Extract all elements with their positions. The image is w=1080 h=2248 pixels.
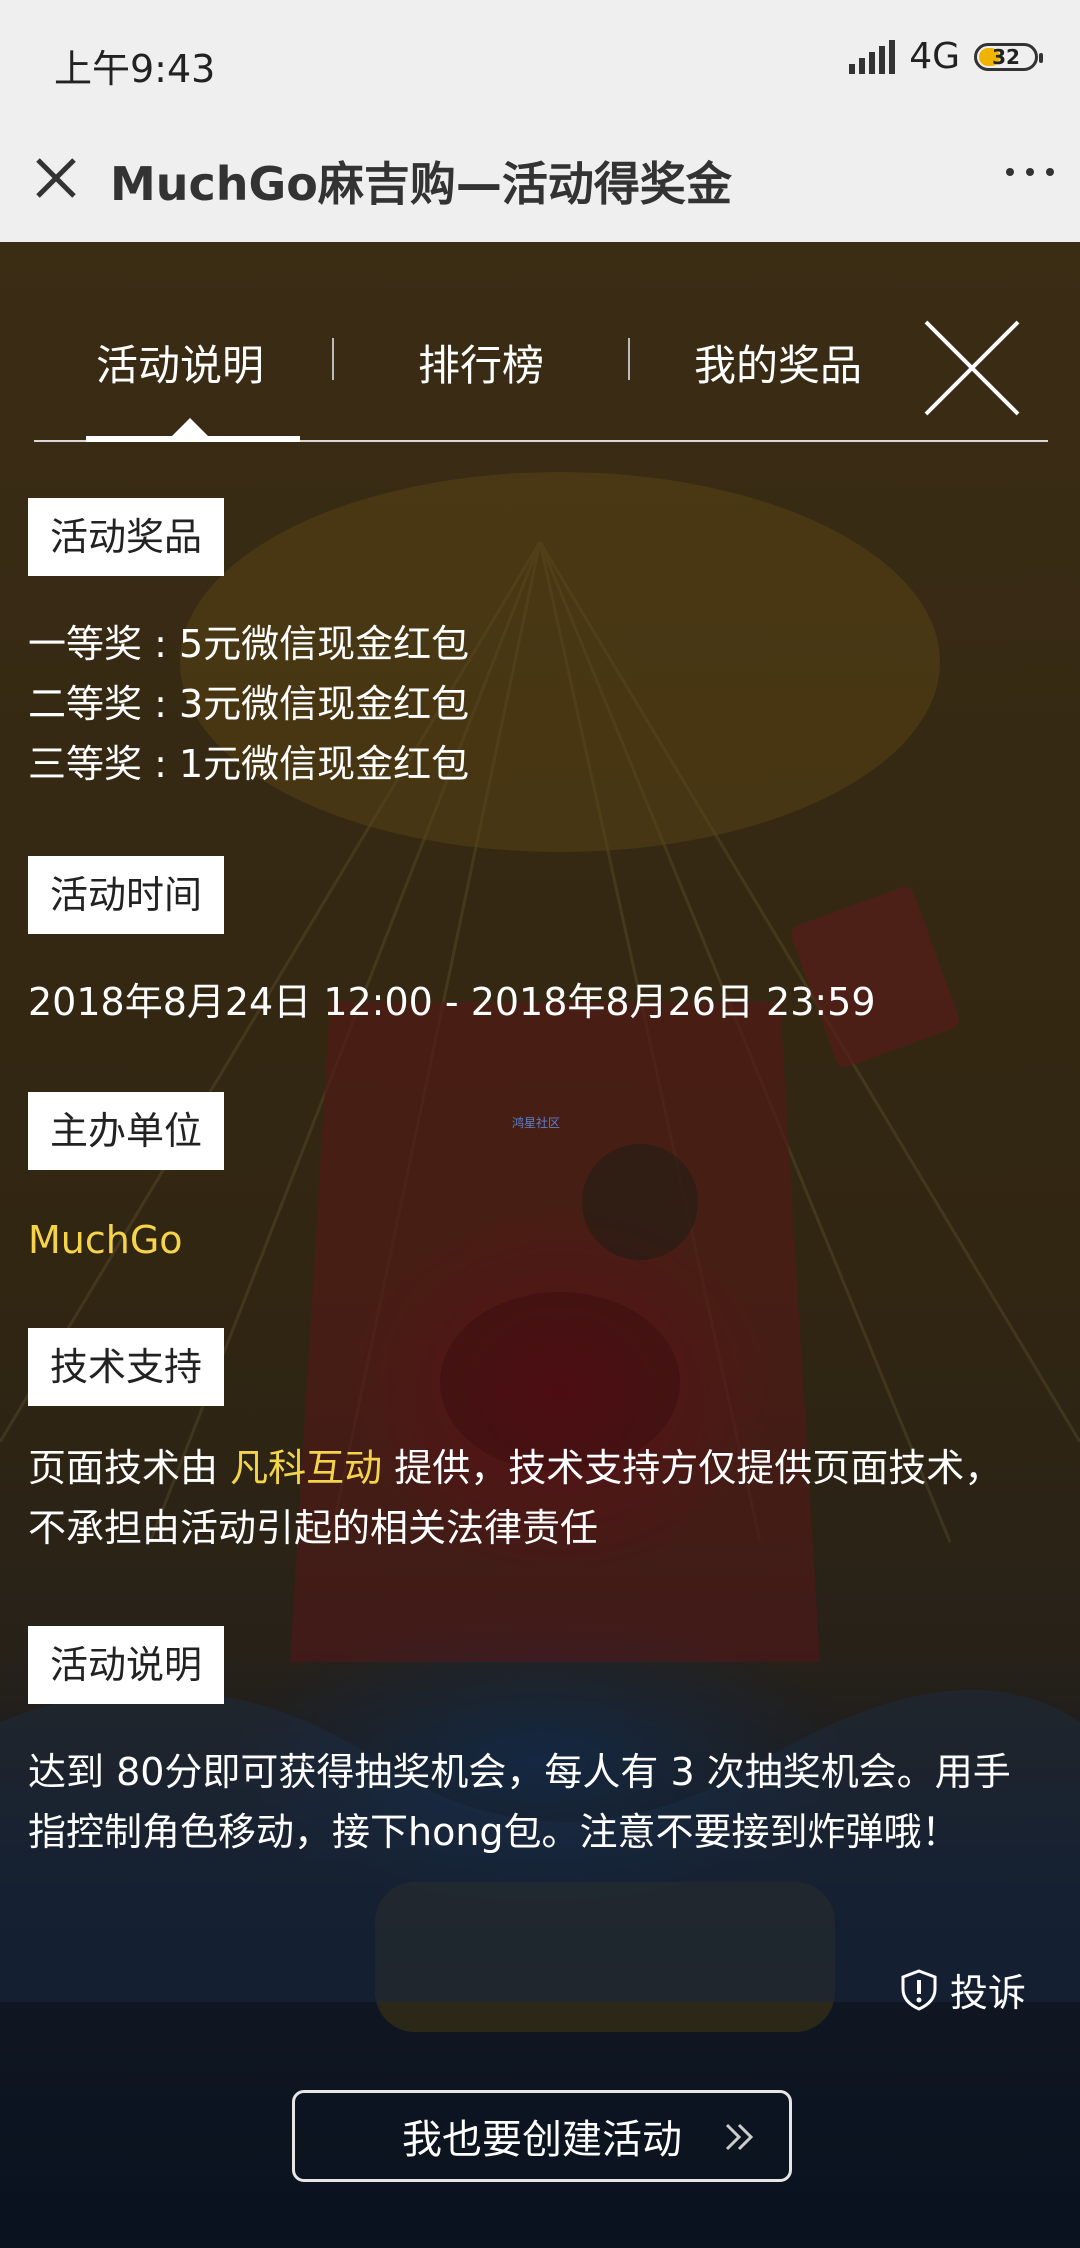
section-label-organizer: 主办单位	[28, 1092, 225, 1170]
tab-my-prizes[interactable]: 我的奖品	[694, 332, 862, 393]
tech-provider-link[interactable]: 凡科互动	[230, 1446, 382, 1490]
tab-active-caret	[172, 418, 208, 436]
complain-label: 投诉	[949, 1971, 1026, 2015]
activity-description: 达到 80分即可获得抽奖机会，每人有 3 次抽奖机会。用手指控制角色移动，接下h…	[28, 1750, 1011, 1854]
battery-level: 32	[992, 44, 1020, 69]
signal-icon	[849, 39, 896, 74]
prize-line-1: 一等奖 : 5元微信现金红包	[28, 622, 470, 666]
activity-panel: 活动说明 排行榜 我的奖品 活动奖品 一等奖 : 5元微信现金红包 二等奖 : …	[0, 242, 1080, 2248]
complain-button[interactable]: 投诉	[900, 1962, 1026, 2017]
close-icon[interactable]	[28, 150, 84, 206]
shield-alert-icon	[901, 1968, 937, 2011]
organizer-name: MuchGo	[28, 1218, 183, 1262]
tab-divider	[628, 338, 630, 380]
status-time: 上午9:43	[54, 47, 216, 91]
tab-active-indicator	[86, 436, 300, 442]
create-activity-button[interactable]: 我也要创建活动	[292, 2090, 792, 2182]
network-type: 4G	[909, 36, 960, 77]
status-right: 4G 32	[849, 36, 1043, 77]
tab-activity-info[interactable]: 活动说明	[96, 332, 264, 393]
tab-bar: 活动说明 排行榜 我的奖品	[0, 332, 1080, 432]
battery-icon: 32	[974, 42, 1043, 71]
section-label-time: 活动时间	[28, 856, 225, 934]
watermark-text: 鸿星社区	[512, 1116, 561, 1130]
section-label-description: 活动说明	[28, 1626, 225, 1704]
create-activity-label: 我也要创建活动	[402, 2117, 682, 2163]
activity-time: 2018年8月24日 12:00 - 2018年8月26日 23:59	[28, 980, 876, 1024]
status-bar: 上午9:43 4G 32	[0, 0, 1080, 118]
section-label-prizes: 活动奖品	[28, 498, 225, 576]
double-chevron-right-icon	[725, 2123, 754, 2151]
tech-support-text: 页面技术由 凡科互动 提供，技术支持方仅提供页面技术，不承担由活动引起的相关法律…	[28, 1438, 1018, 1558]
tech-prefix: 页面技术由	[28, 1446, 231, 1490]
prize-line-3: 三等奖 : 1元微信现金红包	[28, 742, 470, 786]
more-icon[interactable]	[1006, 168, 1054, 176]
page-title: MuchGo麻吉购—活动得奖金	[110, 157, 732, 211]
nav-bar: MuchGo麻吉购—活动得奖金	[0, 118, 1080, 243]
prize-line-2: 二等奖 : 3元微信现金红包	[28, 682, 470, 726]
close-panel-icon[interactable]	[920, 316, 1024, 420]
tab-leaderboard[interactable]: 排行榜	[418, 332, 544, 393]
section-label-tech: 技术支持	[28, 1328, 225, 1406]
tab-divider	[332, 338, 334, 380]
